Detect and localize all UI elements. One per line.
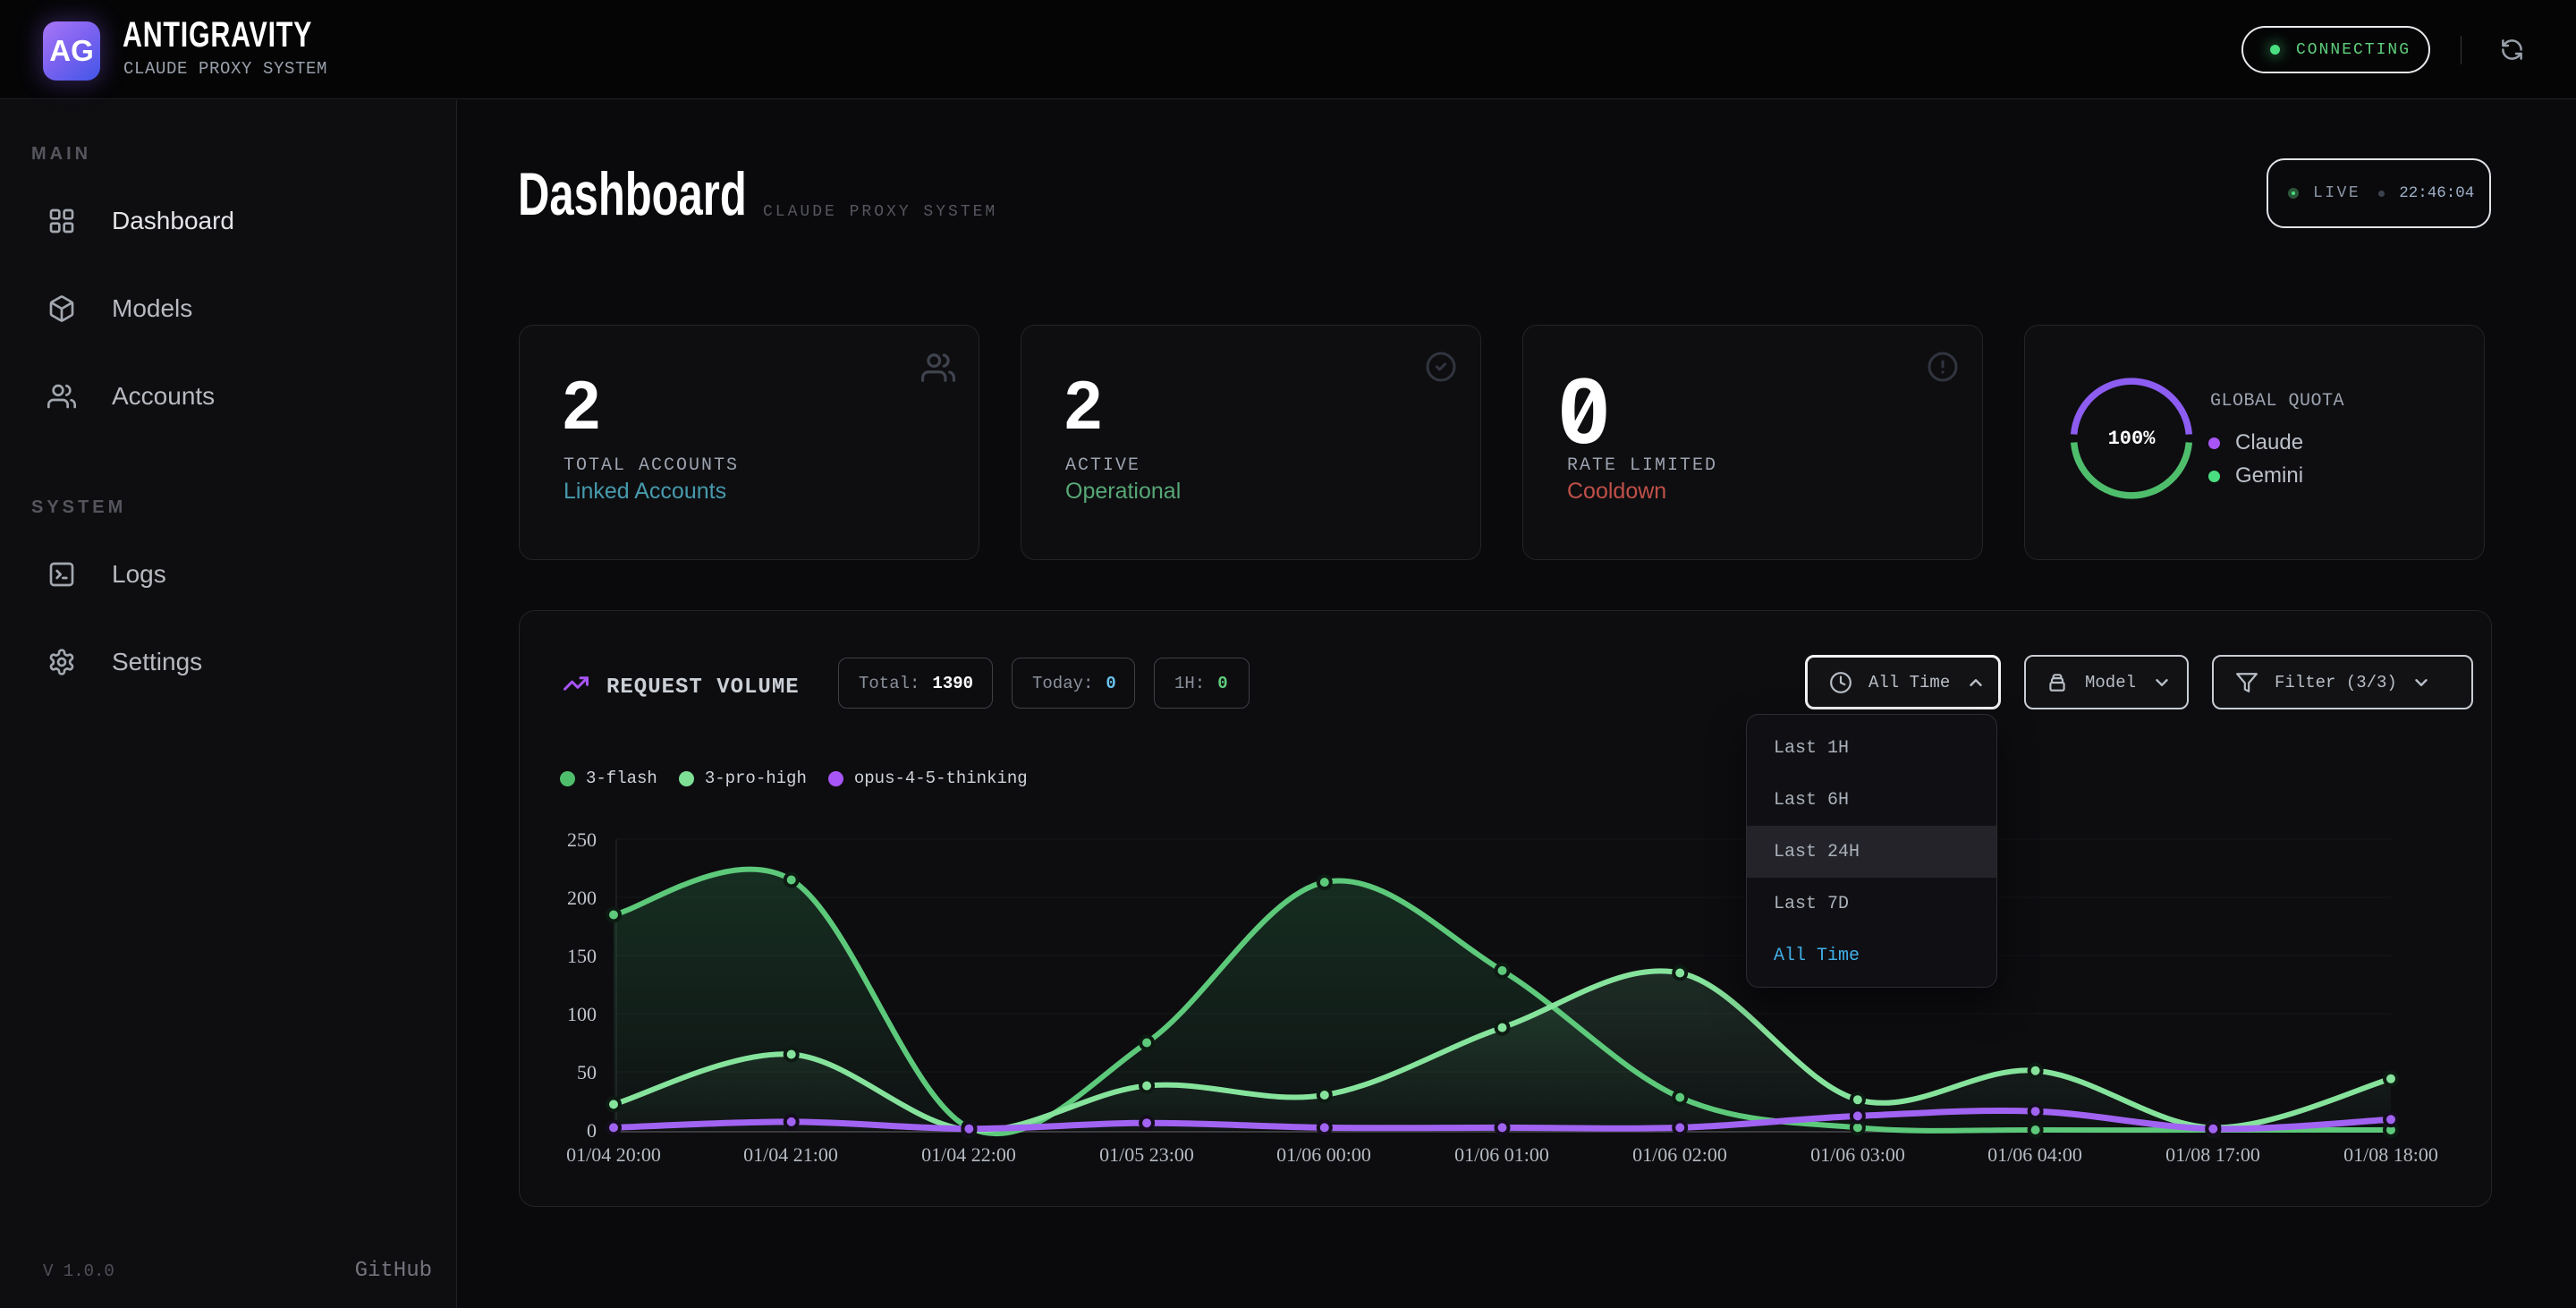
svg-text:01/04 21:00: 01/04 21:00 (743, 1143, 838, 1166)
svg-text:01/08 18:00: 01/08 18:00 (2343, 1143, 2438, 1166)
svg-text:01/06 00:00: 01/06 00:00 (1276, 1143, 1371, 1166)
svg-text:150: 150 (567, 945, 597, 967)
svg-text:01/06 02:00: 01/06 02:00 (1632, 1143, 1727, 1166)
svg-text:01/06 03:00: 01/06 03:00 (1810, 1143, 1905, 1166)
svg-text:01/04 22:00: 01/04 22:00 (921, 1143, 1016, 1166)
svg-text:100: 100 (567, 1003, 597, 1025)
svg-text:200: 200 (567, 887, 597, 909)
svg-text:250: 250 (567, 828, 597, 851)
svg-text:50: 50 (577, 1061, 597, 1083)
svg-text:01/04 20:00: 01/04 20:00 (566, 1143, 661, 1166)
svg-text:01/06 01:00: 01/06 01:00 (1454, 1143, 1549, 1166)
svg-text:01/06 04:00: 01/06 04:00 (1987, 1143, 2082, 1166)
svg-text:01/05 23:00: 01/05 23:00 (1099, 1143, 1194, 1166)
svg-text:0: 0 (587, 1119, 597, 1142)
svg-text:01/08 17:00: 01/08 17:00 (2165, 1143, 2260, 1166)
